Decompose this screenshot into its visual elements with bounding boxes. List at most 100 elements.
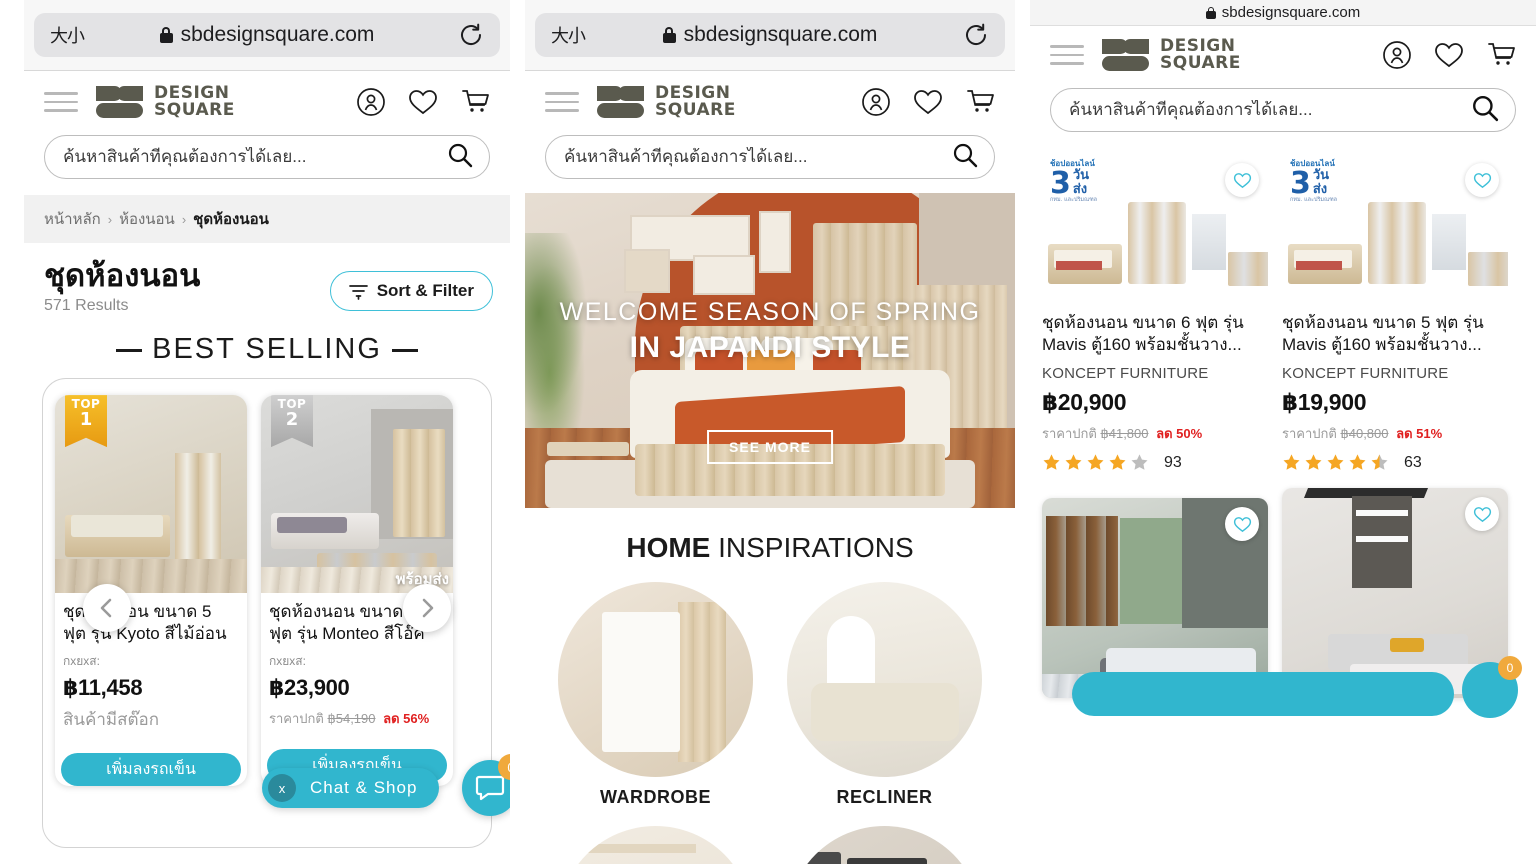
screenshot-root: 大小 sbdesignsquare.com DESIGN SQUARE ค้นห… [0,0,1536,864]
category-header: ชุดห้องนอน 571 Results Sort & Filter [24,243,510,315]
rating-row: 63 [1282,453,1508,472]
account-icon[interactable] [356,87,386,117]
product-brand: KONCEPT FURNITURE [1282,365,1449,382]
reload-icon[interactable] [458,22,484,48]
product-card[interactable]: ช้อปออนไลน์ 3 วัน ส่ง กทม. และปริมณฑล ชุ… [1282,154,1508,472]
favorite-button[interactable] [1225,163,1259,197]
hamburger-menu-icon[interactable] [44,92,78,112]
star-icon [1087,454,1104,470]
product-grid-row-2: 0 [1042,488,1524,718]
heart-icon[interactable] [913,88,943,116]
chat-bubble-icon[interactable]: 0 [1462,656,1522,718]
close-icon[interactable]: x [268,774,296,802]
inspiration-item[interactable]: RECLINER [787,582,982,808]
star-icon [1283,454,1300,470]
breadcrumb: หน้าหลัก › ห้องนอน › ชุดห้องนอน [24,195,510,243]
heart-icon[interactable] [1434,41,1464,69]
product-old-price-row: ราคาปกติ ฿40,800 ลด 51% [1282,423,1508,444]
breadcrumb-level2[interactable]: ห้องนอน [119,207,175,231]
lock-icon [159,27,173,43]
add-to-cart-button[interactable]: เพิ่มลงรถเข็น [61,753,241,787]
old-price-label: ราคาปกติ [1282,426,1337,441]
product-price: ฿11,458 [63,675,143,701]
chat-bar-right[interactable] [1072,672,1454,716]
inspiration-item[interactable] [787,826,982,864]
search-icon[interactable] [1471,94,1499,127]
old-price-value: ฿54,190 [327,711,376,727]
sort-filter-button[interactable]: Sort & Filter [329,271,493,311]
search-bar[interactable] [1050,88,1516,132]
search-bar[interactable] [44,135,490,179]
text-size-button[interactable]: 大小 [551,22,586,48]
url-display: sbdesignsquare.com [535,23,1005,47]
inspirations-row-1: WARDROBE RECLINER [525,582,1015,808]
hero-headline-1: WELCOME SEASON OF SPRING [559,298,981,326]
search-bar[interactable] [545,135,995,179]
product-image: TOP 1 [55,395,247,594]
brand-logo[interactable]: DESIGN SQUARE [96,85,235,119]
chat-shop-label: Chat & Shop [310,778,418,797]
browser-panel-middle: 大小 sbdesignsquare.com DESIGN SQUARE ค้นห… [525,0,1015,864]
product-card[interactable]: ช้อปออนไลน์ 3 วัน ส่ง กทม. และปริมณฑล ชุ… [1042,154,1268,472]
hamburger-menu-icon[interactable] [1050,45,1084,65]
delivery-badge-footnote: กทม. และปริมณฑล [1290,197,1338,203]
hero-text-block: WELCOME SEASON OF SPRING IN JAPANDI STYL… [525,298,1015,365]
product-card[interactable]: TOP 1 ชุดห้องนอน ขนาด 5 ฟุต รุ่น Kyoto ส… [55,395,247,787]
product-image: TOP 2 พร้อมส่ง [261,395,453,594]
favorite-button[interactable] [1465,163,1499,197]
address-bar-left[interactable]: 大小 sbdesignsquare.com [34,13,500,57]
product-name[interactable]: ชุดห้องนอน ขนาด 6 ฟุต รุ่น Mavis ตู้160 … [1042,312,1268,360]
best-selling-label: BEST SELLING [152,333,382,366]
brand-line-2: SQUARE [1160,53,1241,73]
favorite-button[interactable] [1465,497,1499,531]
text-size-button[interactable]: 大小 [50,22,85,48]
brand-logo[interactable]: DESIGN SQUARE [597,85,736,119]
inspiration-image [787,582,982,777]
product-price: ฿20,900 [1042,389,1127,415]
hero-banner[interactable]: WELCOME SEASON OF SPRING IN JAPANDI STYL… [525,193,1015,508]
rank-number: 1 [79,409,93,431]
delivery-badge-word-2: ส่ง [1072,182,1088,197]
top-rank-badge: TOP 2 [271,395,313,448]
sb-logo-icon [1102,38,1152,72]
delivery-badge: ช้อปออนไลน์ 3 วัน ส่ง กทม. และปริมณฑล [1290,160,1337,204]
inspirations-title-rest: INSPIRATIONS [710,532,914,563]
address-bar-middle[interactable]: 大小 sbdesignsquare.com [535,13,1005,57]
star-icon [1349,454,1366,470]
delivery-badge-word-2: ส่ง [1312,182,1328,197]
inspiration-label: RECLINER [836,787,933,807]
see-more-button[interactable]: SEE MORE [707,430,833,464]
inspirations-title-bold: HOME [626,532,711,563]
chat-shop-pill[interactable]: x Chat & Shop [262,768,440,808]
search-icon[interactable] [952,142,978,173]
breadcrumb-home[interactable]: หน้าหลัก [44,207,101,231]
cart-icon[interactable] [1486,41,1516,69]
carousel-next-button[interactable] [403,584,451,633]
product-name[interactable]: ชุดห้องนอน ขนาด 5 ฟุต รุ่น Mavis ตู้160 … [1282,312,1508,360]
product-dimension: กxยxส: [63,654,100,669]
product-card[interactable] [1042,498,1268,698]
search-input[interactable] [564,147,952,167]
hamburger-menu-icon[interactable] [545,92,579,112]
search-input[interactable] [63,147,447,167]
inspiration-item[interactable] [558,826,753,864]
chat-bubble-icon[interactable]: 0 [462,754,510,816]
carousel-prev-button[interactable] [83,584,131,633]
product-price: ฿19,900 [1282,389,1367,415]
inspiration-item[interactable]: WARDROBE [558,582,753,808]
cart-icon[interactable] [965,88,995,116]
cart-icon[interactable] [460,88,490,116]
favorite-button[interactable] [1225,507,1259,541]
sb-logo-icon [96,85,146,119]
heart-icon[interactable] [408,88,438,116]
star-icon-half [1371,454,1388,470]
brand-logo[interactable]: DESIGN SQUARE [1102,38,1241,72]
breadcrumb-separator-2: › [181,211,187,227]
reload-icon[interactable] [963,22,989,48]
search-input[interactable] [1069,100,1471,120]
search-icon[interactable] [447,142,473,173]
account-icon[interactable] [861,87,891,117]
browser-panel-left: 大小 sbdesignsquare.com DESIGN SQUARE ค้นห… [24,0,510,864]
breadcrumb-separator: › [107,211,113,227]
account-icon[interactable] [1382,40,1412,70]
